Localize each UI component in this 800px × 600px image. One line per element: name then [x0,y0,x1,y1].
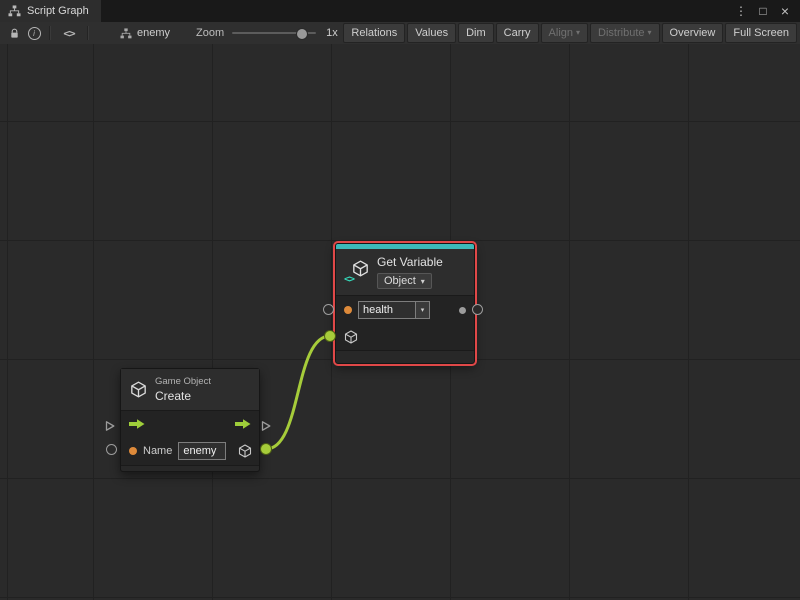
graph-canvas[interactable]: <> Get Variable Object ▾ ▾ [0,44,800,600]
info-icon: i [28,27,41,40]
object-source-row [336,324,474,350]
code-icon: <> [63,27,74,40]
node-category: Game Object [155,376,211,387]
variable-name-input[interactable] [358,301,415,319]
toolbar-buttons: Relations Values Dim Carry Align▾ Distri… [341,23,800,43]
info-button[interactable]: i [24,24,44,42]
object-input-port-icon[interactable] [344,330,358,344]
flow-row [121,411,259,437]
name-input-port-dot[interactable] [344,306,352,314]
variable-kind-dropdown[interactable]: Object ▾ [377,273,432,289]
titlebar: Script Graph ⋮ □ × [0,0,800,22]
connection-wire[interactable] [266,336,330,449]
node-footer [336,351,474,363]
get-variable-header: <> Get Variable Object ▾ [336,249,474,295]
maximize-icon[interactable]: □ [754,0,772,22]
code-view-button[interactable]: <> [56,24,82,42]
name-input[interactable] [178,442,226,460]
flow-output-arrow-icon[interactable] [235,418,251,430]
graph-context-label: enemy [137,27,170,39]
node-title: Get Variable [377,255,443,269]
full-screen-button[interactable]: Full Screen [725,23,797,43]
variable-name-row: ▾ [336,296,474,324]
toolbar-divider [49,26,51,40]
name-input-port-dot[interactable] [129,447,137,455]
lock-button[interactable] [4,24,24,42]
chevron-down-icon: ▾ [421,306,425,314]
tab-label: Script Graph [27,5,89,17]
node-footer [121,466,259,471]
distribute-button: Distribute▾ [590,23,659,43]
tab-script-graph[interactable]: Script Graph [0,0,101,22]
close-icon[interactable]: × [776,0,794,22]
get-variable-body: ▾ [336,295,474,351]
create-name-input-port[interactable] [106,444,117,455]
carry-button[interactable]: Carry [496,23,539,43]
window-menu-icon[interactable]: ⋮ [732,0,750,22]
create-flow-output-port[interactable] [261,420,271,432]
zoom-slider-handle[interactable] [296,28,308,40]
create-object-output-port-connected[interactable] [260,443,272,455]
value-output-port-dot[interactable] [459,307,466,314]
zoom-slider[interactable] [232,32,316,34]
node-game-object-create[interactable]: Game Object Create Name [120,368,260,472]
get-variable-value-output-port[interactable] [472,304,483,315]
variable-object-icon: <> [345,260,369,284]
create-flow-input-port[interactable] [105,420,115,432]
game-object-icon [130,381,147,398]
create-header: Game Object Create [121,369,259,410]
get-variable-object-port-connected[interactable] [324,330,336,342]
cube-icon [352,260,369,277]
zoom-control: Zoom 1x [196,27,338,39]
overview-button[interactable]: Overview [662,23,724,43]
script-graph-icon [8,5,21,17]
name-label: Name [143,445,172,457]
chevron-down-icon: ▾ [648,29,652,37]
values-button[interactable]: Values [407,23,456,43]
dim-button[interactable]: Dim [458,23,494,43]
game-object-output-port-icon[interactable] [238,444,252,458]
graph-context[interactable]: enemy [120,27,170,39]
align-button: Align▾ [541,23,588,43]
name-field [178,442,226,460]
window-controls: ⋮ □ × [732,0,800,22]
flow-input-arrow-icon[interactable] [129,418,145,430]
graph-context-icon [120,28,132,39]
relations-button[interactable]: Relations [343,23,405,43]
code-badge-icon: <> [344,274,354,285]
variable-name-field: ▾ [358,301,430,319]
zoom-value[interactable]: 1x [326,27,338,39]
name-row: Name [121,437,259,465]
chevron-down-icon: ▾ [576,29,580,37]
node-get-variable[interactable]: <> Get Variable Object ▾ ▾ [335,243,475,364]
node-title: Create [155,389,211,403]
get-variable-name-port[interactable] [323,304,334,315]
script-graph-window: Script Graph ⋮ □ × i <> enemy Zoom [0,0,800,600]
lock-icon [9,28,20,39]
toolbar-divider [87,26,89,40]
variable-suggestions-dropdown[interactable]: ▾ [415,301,430,319]
chevron-down-icon: ▾ [421,277,425,286]
create-body: Name [121,410,259,466]
graph-toolbar: i <> enemy Zoom 1x Relations Values Dim … [0,22,800,45]
zoom-label: Zoom [196,27,224,39]
